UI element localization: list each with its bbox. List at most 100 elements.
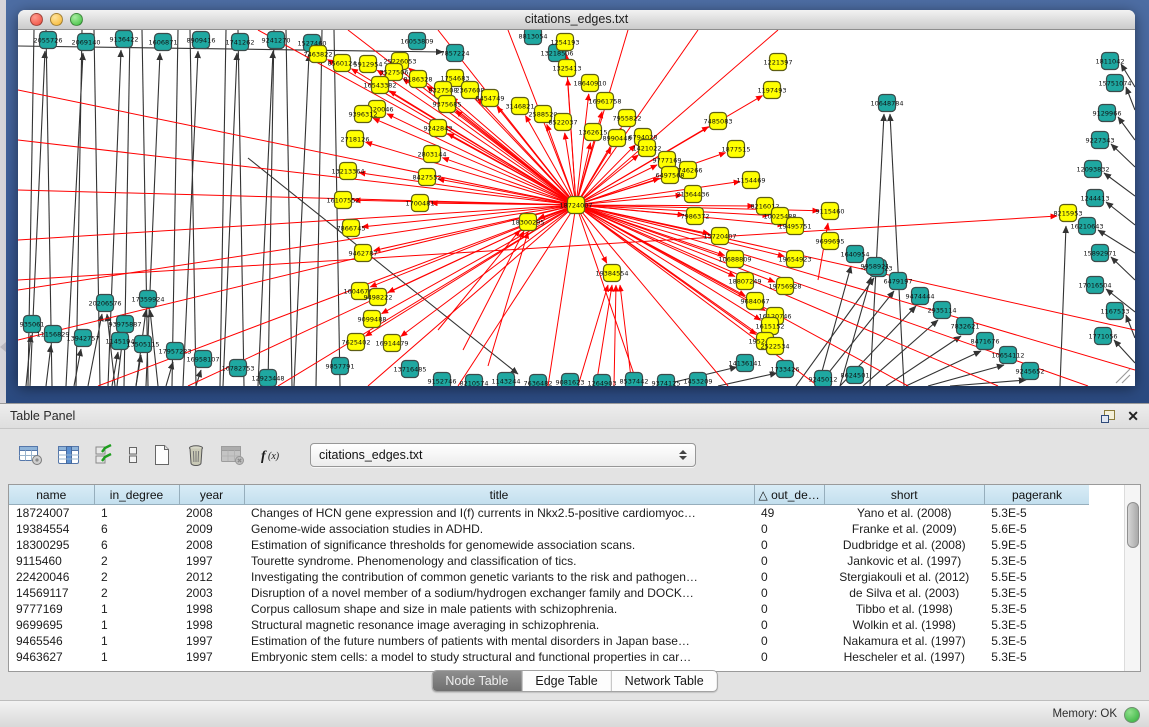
network-node[interactable]: 1741262 xyxy=(226,34,255,51)
tab-network-table[interactable]: Network Table xyxy=(611,671,717,691)
network-node[interactable]: 20206576 xyxy=(88,295,121,312)
network-node[interactable]: 9474444 xyxy=(906,288,935,305)
function-builder-icon[interactable]: f(x) xyxy=(257,440,287,470)
network-node[interactable]: 1811042 xyxy=(1096,53,1125,70)
network-node[interactable]: 9699695 xyxy=(816,233,845,250)
network-node[interactable]: 15720407 xyxy=(703,228,736,245)
network-node[interactable]: 18640910 xyxy=(573,75,606,92)
network-node[interactable]: 7866745 xyxy=(337,220,366,237)
table-row[interactable]: 946554611997Estimation of the future num… xyxy=(9,633,1089,649)
table-scrollbar[interactable] xyxy=(1124,485,1140,671)
network-node[interactable]: 7986372 xyxy=(681,208,710,225)
table-row[interactable]: 969969511998Structural magnetic resonanc… xyxy=(9,617,1089,633)
network-node[interactable]: 7636482 xyxy=(524,375,553,387)
network-node[interactable]: 17359924 xyxy=(131,291,164,308)
delete-table-icon[interactable] xyxy=(183,440,209,470)
table-scrollbar-thumb[interactable] xyxy=(1127,502,1139,548)
network-node[interactable]: 16107552 xyxy=(326,192,359,209)
network-node[interactable]: 7832621 xyxy=(951,318,980,335)
network-node[interactable]: 1877515 xyxy=(722,141,751,158)
show-columns-icon[interactable] xyxy=(55,440,83,470)
table-row[interactable]: 2242004622012Investigating the contribut… xyxy=(9,569,1089,585)
network-node[interactable]: 9115460 xyxy=(816,203,845,220)
column-header-in_degree[interactable]: in_degree xyxy=(94,485,179,505)
network-node[interactable]: 19384554 xyxy=(595,265,628,282)
network-node[interactable]: 14136141 xyxy=(728,355,761,372)
network-node[interactable]: 1700481 xyxy=(406,195,435,212)
network-node[interactable]: 1143244 xyxy=(492,373,521,387)
table-row[interactable]: 1456911722003Disruption of a novel membe… xyxy=(9,585,1089,601)
close-panel-icon[interactable]: ✕ xyxy=(1127,409,1139,423)
network-node[interactable]: 8813054 xyxy=(519,30,548,45)
network-node[interactable]: 9152746 xyxy=(428,373,457,387)
table-row[interactable]: 977716911998Corpus callosum shape and si… xyxy=(9,601,1089,617)
network-node[interactable]: 1453209 xyxy=(684,373,713,387)
network-window-titlebar[interactable]: citations_edges.txt xyxy=(18,10,1135,30)
network-node[interactable]: 8471676 xyxy=(971,333,1000,350)
network-node[interactable]: 8215953 xyxy=(1054,205,1083,222)
network-node[interactable]: 8909416 xyxy=(187,32,216,49)
select-all-icon[interactable] xyxy=(92,440,116,470)
network-node[interactable]: 9227343 xyxy=(1086,132,1115,149)
table-row[interactable]: 1872400712008Changes of HCN gene express… xyxy=(9,505,1089,522)
network-node[interactable]: 10648784 xyxy=(870,95,903,112)
network-node[interactable]: 1264903 xyxy=(588,375,617,387)
column-header-name[interactable]: name xyxy=(9,485,94,505)
network-node[interactable]: 1640954 xyxy=(841,246,870,263)
row-pair-icon[interactable] xyxy=(125,440,141,470)
network-node[interactable]: 9129966 xyxy=(1093,105,1122,122)
column-header-pagerank[interactable]: pagerank xyxy=(984,485,1089,505)
network-node[interactable]: 5912954 xyxy=(354,56,383,73)
network-node[interactable]: 7955822 xyxy=(613,110,642,127)
table-row[interactable]: 946362711997Embryonic stem cells: a mode… xyxy=(9,649,1089,665)
table-row[interactable]: 911546021997Tourette syndrome. Phenomeno… xyxy=(9,553,1089,569)
new-table-icon[interactable] xyxy=(150,440,174,470)
network-node[interactable]: 1771056 xyxy=(1089,328,1118,345)
table-row[interactable]: 1830029562008Estimation of significance … xyxy=(9,537,1089,553)
network-node[interactable]: 16782753 xyxy=(221,360,254,377)
network-node[interactable]: 13716485 xyxy=(393,361,426,378)
network-node[interactable]: 1167533 xyxy=(1101,303,1130,320)
import-table-disabled-icon[interactable] xyxy=(218,440,248,470)
float-panel-icon[interactable] xyxy=(1101,410,1115,423)
network-node[interactable]: 9081623 xyxy=(556,374,585,387)
network-node[interactable]: 10654112 xyxy=(991,347,1024,364)
network-node[interactable]: 15892971 xyxy=(1083,245,1116,262)
tab-edge-table[interactable]: Edge Table xyxy=(521,671,610,691)
network-node[interactable]: 9245012 xyxy=(809,371,838,387)
network-node[interactable]: 7857224 xyxy=(441,45,470,62)
network-node[interactable]: 16914479 xyxy=(375,335,408,352)
network-node[interactable]: 13942757 xyxy=(66,330,99,347)
tab-node-table[interactable]: Node Table xyxy=(432,671,521,691)
network-node[interactable]: 21364436 xyxy=(676,186,709,203)
network-node[interactable]: 1244413 xyxy=(1081,190,1110,207)
network-node[interactable]: 8537442 xyxy=(620,373,649,387)
network-node[interactable]: 2069140 xyxy=(72,34,101,51)
column-header-title[interactable]: title xyxy=(244,485,754,505)
network-canvas[interactable]: 2055726206914091364221606871890941617412… xyxy=(18,30,1135,386)
network-node[interactable]: 9857791 xyxy=(326,358,355,375)
network-node[interactable]: 2718126 xyxy=(341,131,370,148)
network-node[interactable]: 9136422 xyxy=(110,31,139,48)
table-source-dropdown[interactable]: citations_edges.txt xyxy=(310,443,696,467)
column-header-year[interactable]: year xyxy=(179,485,244,505)
column-header-short[interactable]: short xyxy=(824,485,984,505)
splitter-collapse-icon[interactable] xyxy=(0,342,6,352)
network-node[interactable]: 1154469 xyxy=(737,172,766,189)
network-node[interactable]: 19756928 xyxy=(768,278,801,295)
network-node[interactable]: 16053809 xyxy=(400,33,433,50)
table-mode-icon[interactable] xyxy=(16,440,46,470)
network-node[interactable]: 12923448 xyxy=(251,370,284,387)
network-node[interactable]: 9374125 xyxy=(652,375,681,387)
network-node[interactable]: 17016504 xyxy=(1078,277,1111,294)
network-node[interactable]: 19654923 xyxy=(778,251,811,268)
column-header-out_de[interactable]: △ out_de… xyxy=(754,485,824,505)
network-node[interactable]: 1221397 xyxy=(764,54,793,71)
network-node[interactable]: 9245652 xyxy=(1016,363,1045,380)
network-node[interactable]: 8427552 xyxy=(413,169,442,186)
table-row[interactable]: 1938455462009Genome-wide association stu… xyxy=(9,521,1089,537)
network-node[interactable]: 16961758 xyxy=(588,93,621,110)
network-node[interactable]: 93975887 xyxy=(108,316,141,333)
network-node[interactable]: 1733426 xyxy=(771,361,800,378)
network-node[interactable]: 12093832 xyxy=(1076,161,1109,178)
